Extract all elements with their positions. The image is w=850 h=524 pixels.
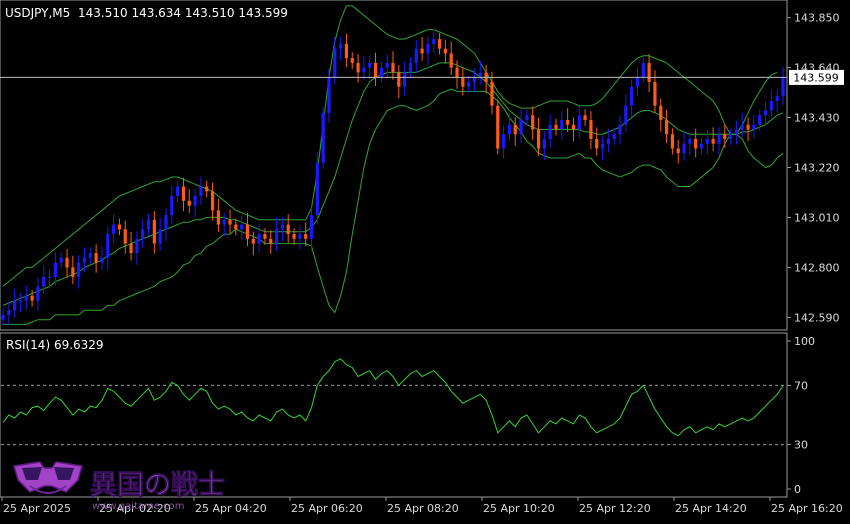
ohlc-label: 143.510 143.634 143.510 143.599 — [78, 6, 288, 20]
watermark-text: 異国の戦士 — [90, 470, 225, 501]
chart-canvas: 143.850143.640143.430143.220143.010142.8… — [0, 0, 844, 515]
price-tick-label: 143.430 — [794, 112, 840, 125]
time-tick-label: 25 Apr 08:20 — [387, 502, 459, 515]
price-tick-label: 142.800 — [794, 261, 840, 274]
rsi-tick-label: 30 — [794, 439, 808, 452]
chart-window: 143.850 143.640 143.430 143.220 143.010 142.8… — [0, 0, 850, 520]
price-tick-label: 142.590 — [794, 311, 840, 324]
candle — [321, 106, 325, 169]
price-tick-label: 143.850 — [794, 12, 840, 25]
price-tick-label: 143.220 — [794, 162, 840, 175]
time-tick-label: 25 Apr 06:20 — [291, 502, 363, 515]
candle — [315, 152, 319, 224]
rsi-tick-label: 70 — [794, 379, 808, 392]
rsi-label: RSI(14) 69.6329 — [6, 338, 104, 352]
symbol-label: USDJPY,M5 — [5, 6, 70, 20]
time-tick-label: 25 Apr 12:20 — [579, 502, 651, 515]
rsi-tick-label: 100 — [794, 335, 815, 348]
rsi-axis: 100 70 30 0 — [787, 335, 815, 496]
price-panel-frame — [0, 0, 788, 331]
candle — [496, 99, 500, 155]
current-price-text: 143.599 — [793, 71, 839, 84]
price-axis: 143.850143.640143.430143.220143.010142.8… — [787, 12, 840, 324]
time-tick-label: 25 Apr 2025 — [3, 502, 71, 515]
time-tick-label: 25 Apr 10:20 — [483, 502, 555, 515]
watermark-subtext: www.gaitame.com — [92, 501, 185, 512]
time-tick-label: 25 Apr 04:20 — [195, 502, 267, 515]
price-tick-label: 143.010 — [794, 211, 840, 224]
rsi-tick-label: 0 — [794, 483, 801, 496]
time-tick-label: 25 Apr 14:20 — [675, 502, 747, 515]
time-tick-label: 25 Apr 16:20 — [771, 502, 843, 515]
price-panel: 143.850143.640143.430143.220143.010142.8… — [0, 0, 844, 331]
